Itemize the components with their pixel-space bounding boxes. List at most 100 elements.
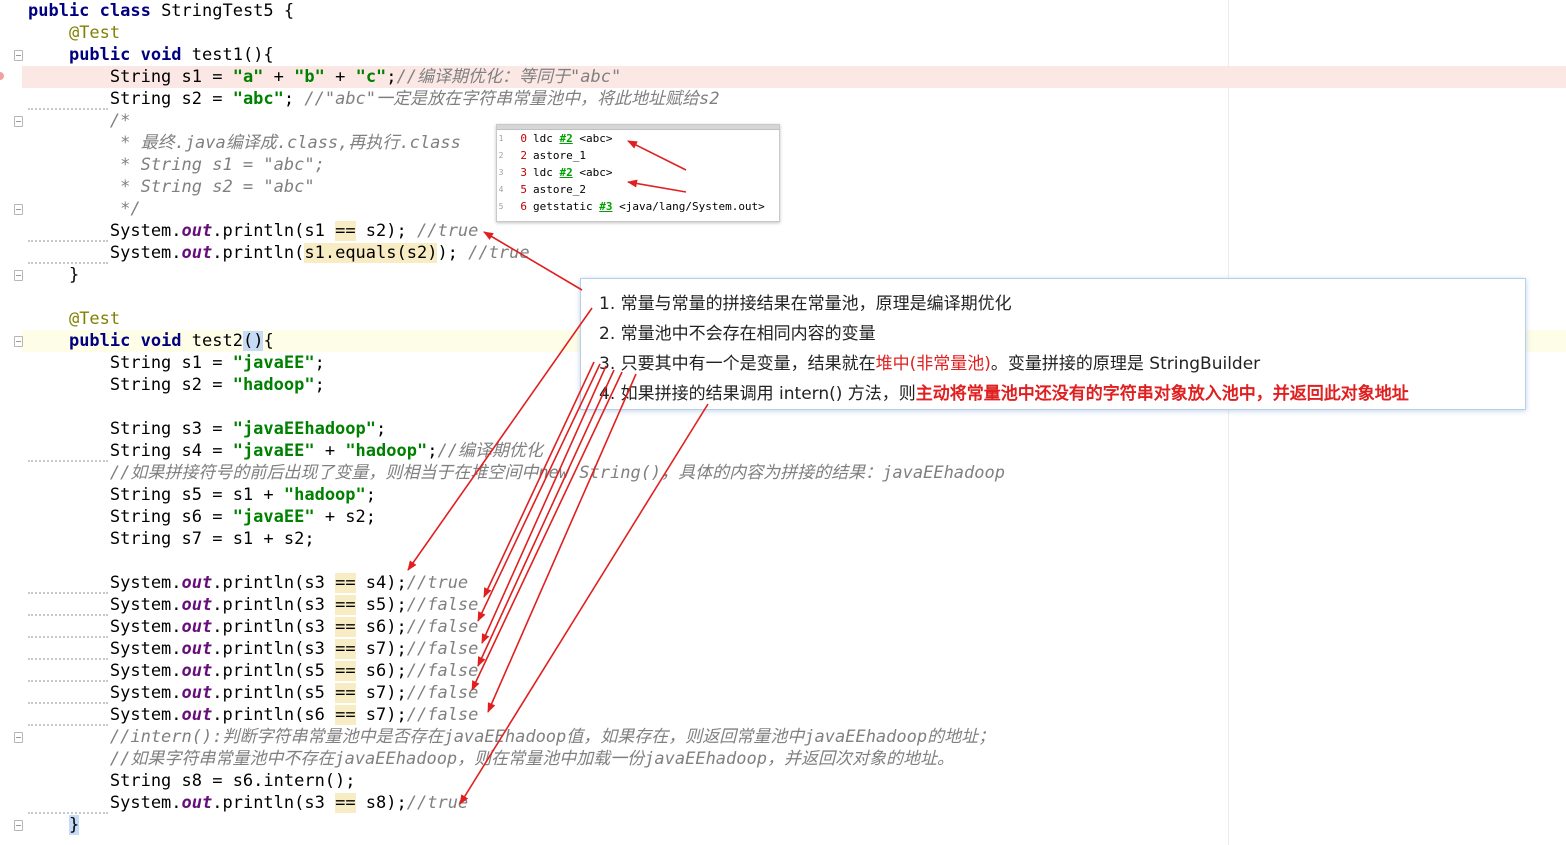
code-token: StringTest5 { bbox=[161, 1, 295, 21]
code-token: //如果字符串常量池中不存在javaEEhadoop，则在常量池中加载一份jav… bbox=[28, 749, 954, 769]
constant-pool-link[interactable]: #3 bbox=[599, 200, 612, 213]
inspection-underline bbox=[28, 590, 108, 594]
code-line[interactable]: System.out.println(s1 == s2); //true bbox=[28, 220, 1005, 242]
constant-pool-link[interactable]: #2 bbox=[560, 132, 573, 145]
code-token: //false bbox=[406, 661, 479, 681]
note-item-4-highlight: 主动将常量池中还没有的字符串对象放入池中，并返回此对象地址 bbox=[915, 384, 1409, 404]
code-line[interactable]: String s5 = s1 + "hadoop"; bbox=[28, 484, 1005, 506]
code-token: .println(s3 bbox=[212, 793, 336, 813]
code-line[interactable]: System.out.println(s3 == s8);//true bbox=[28, 792, 1005, 814]
code-token: //false bbox=[406, 595, 479, 615]
code-token: //true bbox=[468, 243, 530, 263]
bytecode-row: 4 5 astore_2 bbox=[497, 181, 779, 198]
code-token: .println(s3 bbox=[212, 573, 336, 593]
code-line[interactable]: @Test bbox=[28, 22, 1005, 44]
fold-icon[interactable] bbox=[14, 820, 23, 831]
code-line[interactable]: String s4 = "javaEE" + "hadoop";//编译期优化 bbox=[28, 440, 1005, 462]
code-token: public void bbox=[68, 45, 192, 65]
inspection-underline bbox=[28, 260, 108, 264]
code-line[interactable]: } bbox=[28, 814, 1005, 836]
code-token: out bbox=[181, 793, 213, 813]
code-line[interactable]: String s2 = "abc"; //"abc"一定是放在字符串常量池中，将… bbox=[28, 88, 1005, 110]
code-line[interactable]: String s6 = "javaEE" + s2; bbox=[28, 506, 1005, 528]
bytecode-offset: 5 bbox=[520, 183, 527, 196]
inspection-underline bbox=[28, 656, 108, 660]
code-token: String s7 = s1 + s2; bbox=[28, 529, 315, 549]
fold-icon[interactable] bbox=[14, 732, 23, 743]
code-token: ; bbox=[314, 375, 325, 395]
code-line[interactable]: System.out.println(s5 == s6);//false bbox=[28, 660, 1005, 682]
code-line[interactable]: System.out.println(s3 == s5);//false bbox=[28, 594, 1005, 616]
code-line[interactable]: System.out.println(s6 == s7);//false bbox=[28, 704, 1005, 726]
note-item-3: 3. 只要其中有一个是变量，结果就在堆中(非常量池)。变量拼接的原理是 Stri… bbox=[599, 349, 1260, 374]
constant-pool-link[interactable]: #2 bbox=[560, 166, 573, 179]
bytecode-row: 3 3 ldc #2 <abc> bbox=[497, 164, 779, 181]
summary-note-box: 1. 常量与常量的拼接结果在常量池，原理是编译期优化 2. 常量池中不会存在相同… bbox=[580, 278, 1526, 410]
code-line[interactable]: //如果拼接符号的前后出现了变量，则相当于在堆空间中new String()，具… bbox=[28, 462, 1005, 484]
code-token: //true bbox=[416, 221, 479, 241]
code-token: out bbox=[181, 573, 213, 593]
code-token: .println(s5 bbox=[212, 661, 336, 681]
code-line[interactable]: public class StringTest5 { bbox=[28, 0, 1005, 22]
bytecode-line-number: 4 bbox=[498, 185, 504, 194]
note-item-3-highlight: 堆中(非常量池) bbox=[875, 354, 991, 374]
fold-icon[interactable] bbox=[14, 204, 23, 215]
note-item-1: 1. 常量与常量的拼接结果在常量池，原理是编译期优化 bbox=[599, 294, 1012, 314]
bytecode-list: 1 0 ldc #2 <abc> 2 2 astore_1 3 3 ldc #2 <abc> 4 5… bbox=[497, 130, 779, 215]
bytecode-offset: 0 bbox=[520, 132, 527, 145]
code-token: //false bbox=[406, 617, 479, 637]
fold-icon[interactable] bbox=[14, 336, 23, 347]
code-token: == bbox=[335, 221, 356, 241]
code-line[interactable]: String s8 = s6.intern(); bbox=[28, 770, 1005, 792]
code-line[interactable]: System.out.println(s5 == s7);//false bbox=[28, 682, 1005, 704]
code-line[interactable]: public void test1(){ bbox=[28, 44, 1005, 66]
code-line[interactable]: String s3 = "javaEEhadoop"; bbox=[28, 418, 1005, 440]
code-line[interactable]: String s7 = s1 + s2; bbox=[28, 528, 1005, 550]
code-token: //true bbox=[406, 573, 469, 593]
code-token: "javaEE" bbox=[232, 507, 315, 527]
code-token: "hadoop" bbox=[232, 375, 315, 395]
note-item-3-text: 3. 只要其中有一个是变量，结果就在 bbox=[599, 354, 876, 374]
code-line[interactable]: //intern():判断字符串常量池中是否存在javaEEhadoop值，如果… bbox=[28, 726, 1005, 748]
code-line[interactable]: //如果字符串常量池中不存在javaEEhadoop，则在常量池中加载一份jav… bbox=[28, 748, 1005, 770]
bytecode-row: 5 6 getstatic #3 <java/lang/System.out> bbox=[497, 198, 779, 215]
fold-icon[interactable] bbox=[14, 116, 23, 127]
bytecode-line-number: 1 bbox=[498, 134, 504, 143]
code-token: s7); bbox=[355, 705, 407, 725]
code-line[interactable]: System.out.println(s1.equals(s2)); //tru… bbox=[28, 242, 1005, 264]
code-token: String s1 = bbox=[28, 67, 233, 87]
code-token: s5); bbox=[355, 595, 407, 615]
code-token: //true bbox=[406, 793, 469, 813]
code-token: //false bbox=[406, 683, 479, 703]
code-token: + bbox=[324, 67, 356, 87]
code-token: String s2 = bbox=[28, 375, 233, 395]
bytecode-instruction: astore_1 bbox=[533, 147, 586, 164]
code-token: == bbox=[335, 683, 356, 703]
code-token: out bbox=[181, 221, 213, 241]
fold-icon[interactable] bbox=[14, 50, 23, 61]
code-line[interactable]: System.out.println(s3 == s7);//false bbox=[28, 638, 1005, 660]
code-line[interactable]: String s1 = "a" + "b" + "c";//编译期优化：等同于"… bbox=[28, 66, 1005, 88]
code-line[interactable]: System.out.println(s3 == s4);//true bbox=[28, 572, 1005, 594]
code-token: String s3 = bbox=[28, 419, 233, 439]
code-token: == bbox=[335, 639, 356, 659]
code-token: { bbox=[263, 331, 274, 351]
bytecode-argument: <abc> bbox=[572, 166, 613, 179]
code-token: == bbox=[335, 617, 356, 637]
code-token: s6); bbox=[355, 617, 407, 637]
code-token: * 最终.java编译成.class,再执行.class bbox=[28, 133, 461, 153]
code-token: ; bbox=[365, 485, 377, 505]
code-line[interactable] bbox=[28, 550, 1005, 572]
inspection-underline bbox=[28, 700, 108, 704]
bytecode-offset: 6 bbox=[520, 200, 527, 213]
note-item-2: 2. 常量池中不会存在相同内容的变量 bbox=[599, 324, 876, 344]
code-token: /* bbox=[28, 111, 131, 131]
code-token: "b" bbox=[294, 67, 325, 87]
inspection-underline bbox=[28, 678, 108, 682]
code-token: "hadoop" bbox=[345, 441, 428, 461]
inspection-underline bbox=[28, 238, 108, 242]
fold-icon[interactable] bbox=[14, 270, 23, 281]
code-line[interactable]: System.out.println(s3 == s6);//false bbox=[28, 616, 1005, 638]
